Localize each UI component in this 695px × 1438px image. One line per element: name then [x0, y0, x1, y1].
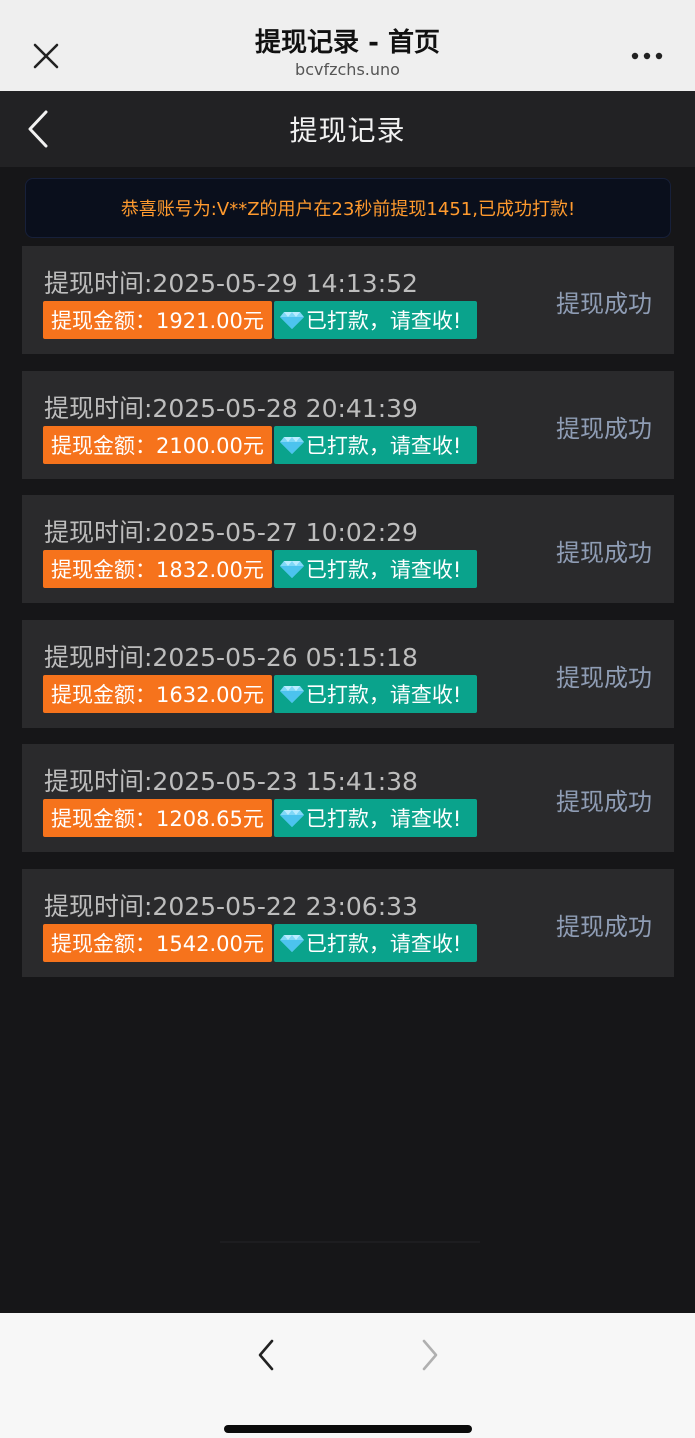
app-view: 提现记录 恭喜账号为:V**Z的用户在23秒前提现1451,已成功打款! 提现时… — [0, 91, 695, 1313]
record-status: 提现成功 — [556, 414, 652, 443]
withdrawal-record[interactable]: 提现时间:2025-05-29 14:13:52 提现金额：1921.00元 已… — [22, 246, 674, 354]
paid-badge: 已打款，请查收! — [273, 674, 478, 713]
record-status: 提现成功 — [556, 663, 652, 692]
diamond-icon — [279, 685, 304, 703]
withdrawal-record[interactable]: 提现时间:2025-05-26 05:15:18 提现金额：1632.00元 已… — [22, 619, 674, 728]
amount-badge: 提现金额：1832.00元 — [43, 550, 272, 589]
home-indicator — [224, 1425, 472, 1433]
notice-text: 恭喜账号为:V**Z的用户在23秒前提现1451,已成功打款! — [120, 199, 576, 220]
withdrawal-record[interactable]: 提现时间:2025-05-23 15:41:38 提现金额：1208.65元 已… — [22, 744, 674, 853]
withdrawal-record[interactable]: 提现时间:2025-05-28 20:41:39 提现金额：2100.00元 已… — [22, 370, 674, 479]
record-badges: 提现金额：2100.00元 已打款，请查收! — [43, 425, 478, 464]
record-badges: 提现金额：1832.00元 已打款，请查收! — [43, 550, 478, 589]
record-status: 提现成功 — [556, 912, 652, 941]
chevron-left-icon — [258, 1339, 274, 1371]
amount-badge: 提现金额：1632.00元 — [43, 674, 272, 713]
amount-badge: 提现金额：1542.00元 — [43, 923, 272, 962]
paid-badge: 已打款，请查收! — [273, 550, 478, 589]
more-icon — [631, 52, 663, 60]
record-time: 提现时间:2025-05-22 23:06:33 — [44, 891, 418, 921]
browser-title-area: 提现记录 - 首页 bcvfzchs.uno — [100, 26, 595, 80]
nav-back-button[interactable] — [248, 1333, 284, 1377]
diamond-icon — [279, 810, 304, 828]
record-badges: 提现金额：1632.00元 已打款，请查收! — [43, 674, 478, 713]
chevron-left-icon — [28, 110, 48, 148]
paid-badge: 已打款，请查收! — [273, 923, 478, 962]
paid-text: 已打款，请查收! — [305, 558, 462, 583]
notice-banner: 恭喜账号为:V**Z的用户在23秒前提现1451,已成功打款! — [25, 178, 671, 238]
paid-badge: 已打款，请查收! — [273, 425, 478, 464]
record-time: 提现时间:2025-05-29 14:13:52 — [44, 269, 418, 298]
diamond-icon — [279, 934, 304, 952]
amount-badge: 提现金额：2100.00元 — [43, 425, 272, 464]
withdrawal-record[interactable]: 提现时间:2025-05-22 23:06:33 提现金额：1542.00元 已… — [22, 868, 674, 977]
browser-bottom-bar — [0, 1313, 695, 1438]
paid-badge: 已打款，请查收! — [273, 799, 478, 838]
amount-badge: 提现金额：1208.65元 — [43, 799, 272, 838]
more-button[interactable] — [625, 36, 669, 76]
record-badges: 提现金额：1208.65元 已打款，请查收! — [43, 799, 478, 838]
nav-forward-button[interactable] — [412, 1333, 448, 1377]
paid-text: 已打款，请查收! — [305, 807, 462, 832]
record-time: 提现时间:2025-05-26 05:15:18 — [44, 642, 418, 672]
record-time: 提现时间:2025-05-28 20:41:39 — [44, 393, 418, 423]
withdrawal-record-list: 提现时间:2025-05-29 14:13:52 提现金额：1921.00元 已… — [22, 246, 674, 994]
record-badges: 提现金额：1921.00元 已打款，请查收! — [43, 301, 478, 339]
record-time: 提现时间:2025-05-27 10:02:29 — [44, 518, 418, 548]
paid-text: 已打款，请查收! — [305, 309, 462, 333]
divider — [220, 1241, 480, 1243]
diamond-icon — [279, 312, 304, 329]
diamond-icon — [279, 436, 304, 454]
paid-badge: 已打款，请查收! — [273, 301, 478, 339]
amount-badge: 提现金额：1921.00元 — [43, 301, 272, 339]
back-button[interactable] — [14, 105, 62, 153]
withdrawal-record[interactable]: 提现时间:2025-05-27 10:02:29 提现金额：1832.00元 已… — [22, 495, 674, 604]
paid-text: 已打款，请查收! — [305, 931, 462, 956]
browser-title: 提现记录 - 首页 — [255, 28, 440, 58]
diamond-icon — [279, 561, 304, 579]
browser-toolbar: 提现记录 - 首页 bcvfzchs.uno — [0, 0, 695, 91]
record-time: 提现时间:2025-05-23 15:41:38 — [44, 767, 418, 797]
record-status: 提现成功 — [556, 290, 652, 318]
page-title: 提现记录 — [289, 114, 406, 147]
record-badges: 提现金额：1542.00元 已打款，请查收! — [43, 923, 478, 962]
browser-url: bcvfzchs.uno — [295, 60, 400, 79]
paid-text: 已打款，请查收! — [305, 433, 462, 458]
close-button[interactable] — [26, 36, 66, 76]
close-icon — [33, 43, 59, 69]
paid-text: 已打款，请查收! — [305, 682, 462, 707]
app-header: 提现记录 — [0, 91, 695, 167]
chevron-right-icon — [422, 1339, 438, 1371]
record-status: 提现成功 — [556, 539, 652, 568]
record-status: 提现成功 — [556, 788, 652, 817]
